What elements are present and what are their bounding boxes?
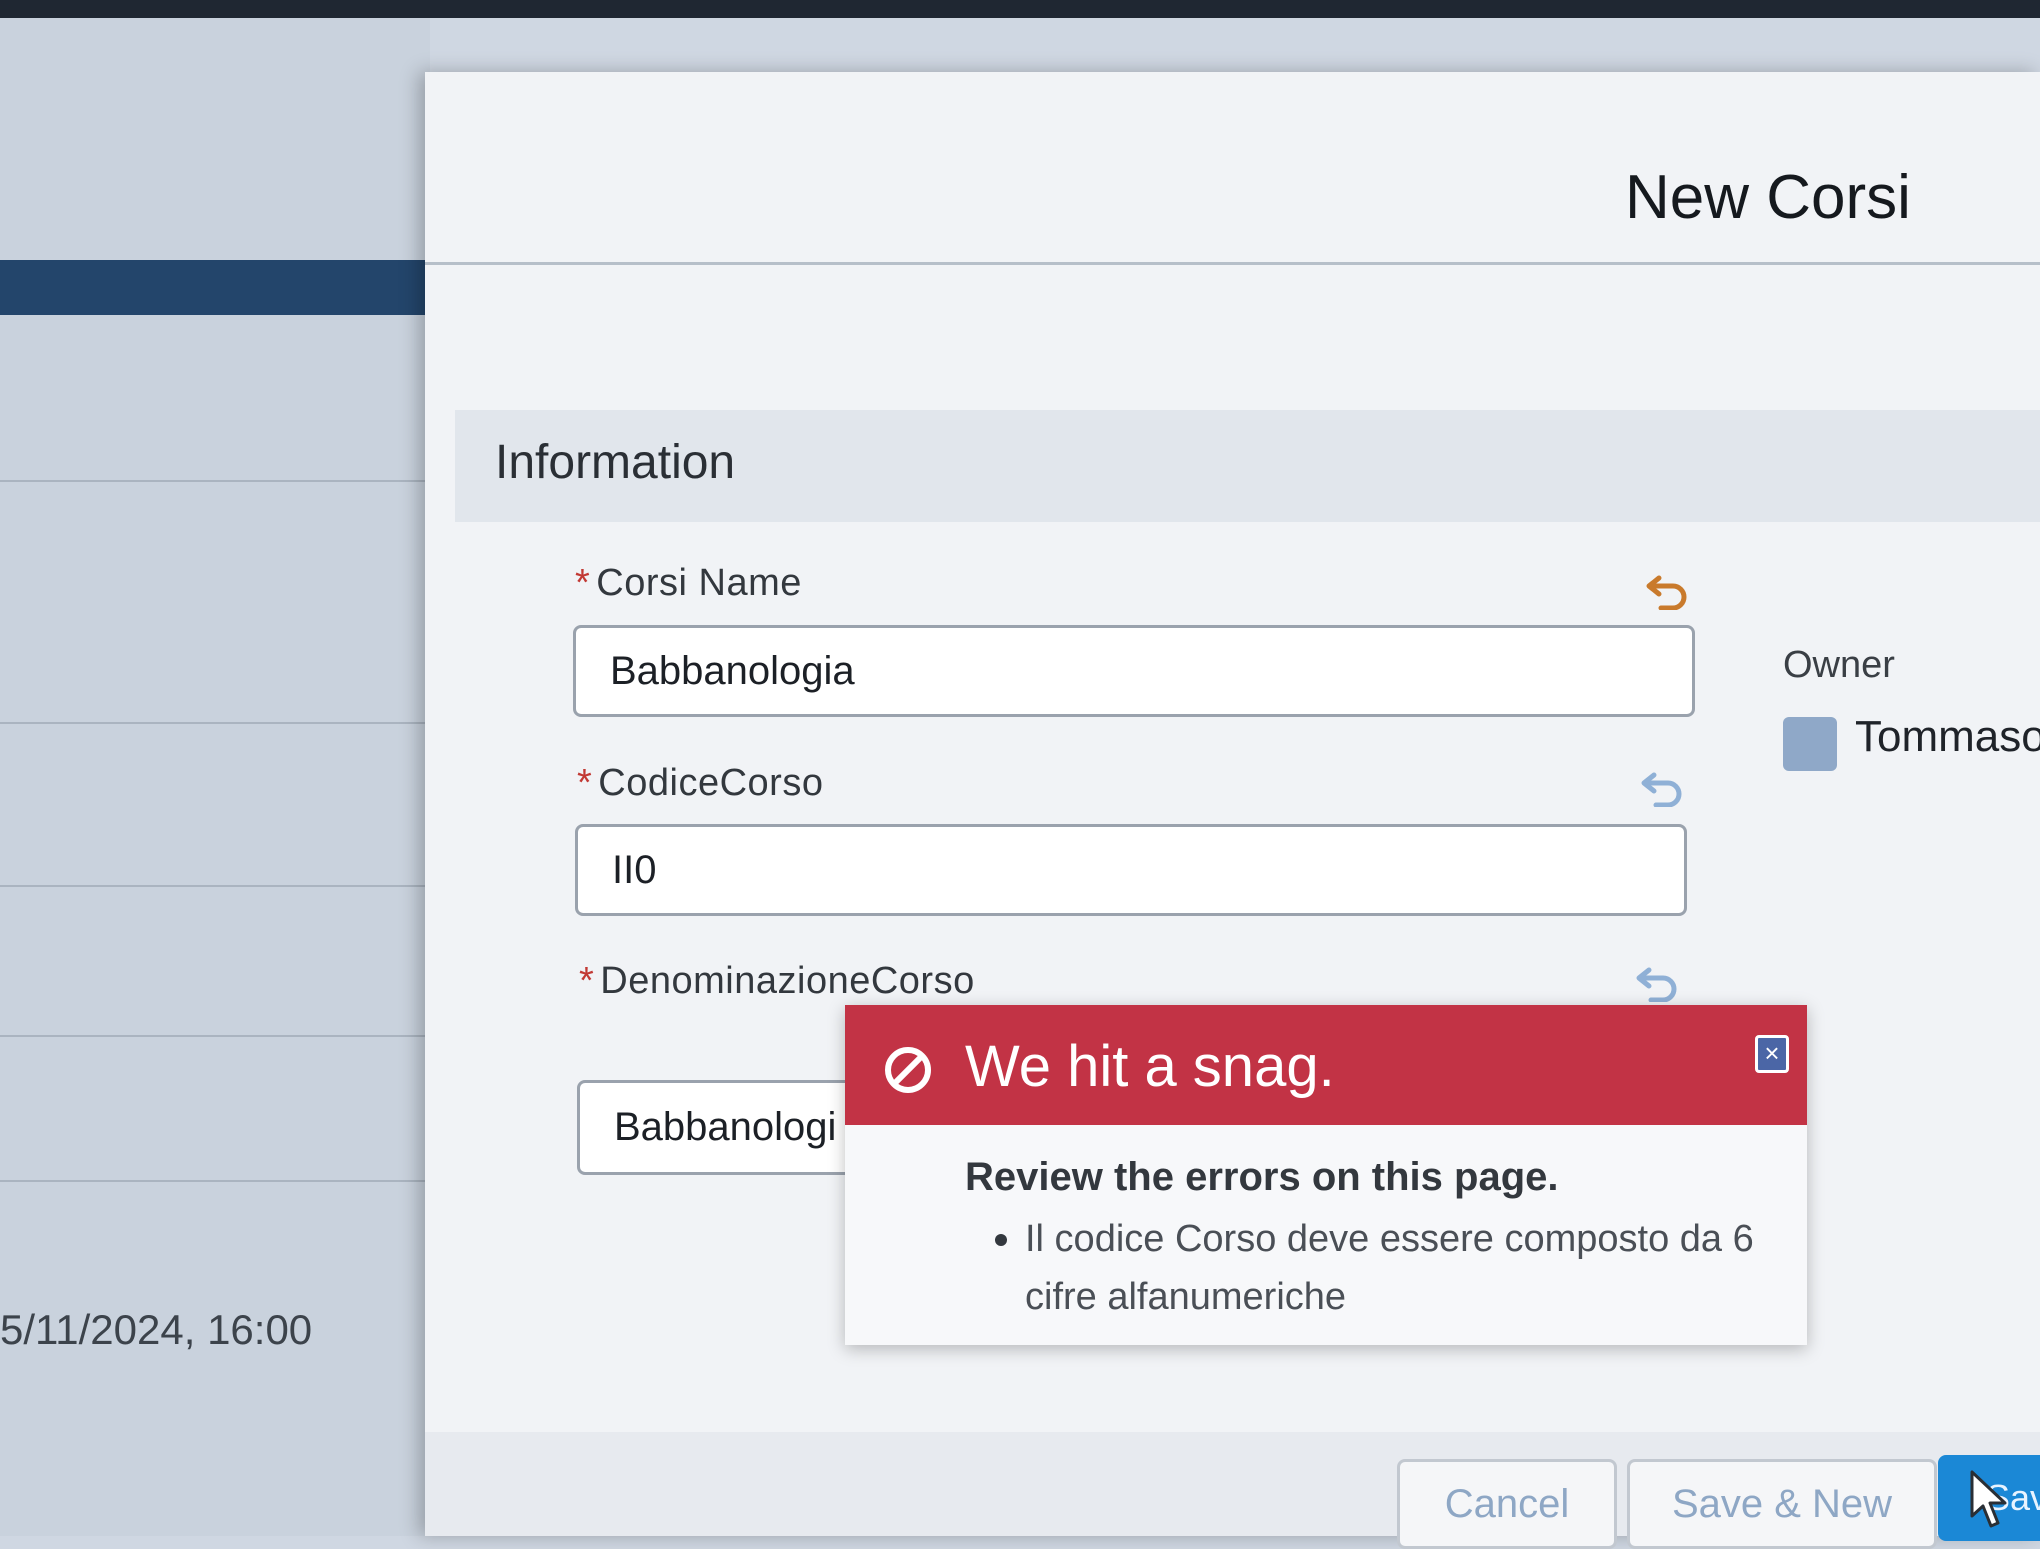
error-popover: We hit a snag. × Review the errors on th… — [845, 1005, 1807, 1345]
close-icon[interactable]: × — [1755, 1035, 1789, 1073]
background-header-band — [0, 260, 430, 315]
background-divider — [0, 885, 430, 887]
undo-icon[interactable] — [1645, 570, 1691, 610]
codice-corso-label-text: CodiceCorso — [598, 762, 824, 804]
modal-title: New Corsi — [1625, 163, 1911, 232]
undo-icon[interactable] — [1635, 962, 1681, 1002]
undo-icon[interactable] — [1640, 767, 1686, 807]
title-divider — [425, 262, 2040, 265]
corsi-name-input[interactable]: Babbanologia — [573, 625, 1695, 717]
background-divider — [0, 722, 430, 724]
required-marker: * — [577, 762, 593, 804]
corsi-name-label-text: Corsi Name — [596, 562, 802, 604]
background-divider — [0, 1180, 430, 1182]
owner-name[interactable]: Tommaso — [1855, 712, 2040, 762]
denominazione-corso-label-text: DenominazioneCorso — [600, 960, 975, 1002]
required-marker: * — [575, 562, 591, 604]
background-timestamp: 5/11/2024, 16:00 — [0, 1306, 313, 1353]
codice-corso-input[interactable]: II0 — [575, 824, 1687, 916]
error-list-item[interactable]: Il codice Corso deve essere composto da … — [995, 1210, 1785, 1326]
top-bar — [0, 0, 2040, 18]
codice-corso-label: * CodiceCorso — [577, 762, 823, 805]
background-divider — [0, 480, 430, 482]
required-marker: * — [579, 960, 595, 1002]
corsi-name-label: * Corsi Name — [575, 562, 802, 605]
section-title: Information — [495, 436, 736, 489]
error-title: We hit a snag. — [965, 1034, 1335, 1099]
ban-icon — [885, 1047, 931, 1093]
mouse-cursor-icon — [1970, 1470, 2007, 1528]
owner-label: Owner — [1783, 644, 1895, 686]
user-avatar-icon — [1783, 717, 1837, 771]
error-review-text: Review the errors on this page. — [965, 1155, 1559, 1199]
denominazione-corso-label: * DenominazioneCorso — [579, 960, 975, 1003]
background-divider — [0, 1035, 430, 1037]
